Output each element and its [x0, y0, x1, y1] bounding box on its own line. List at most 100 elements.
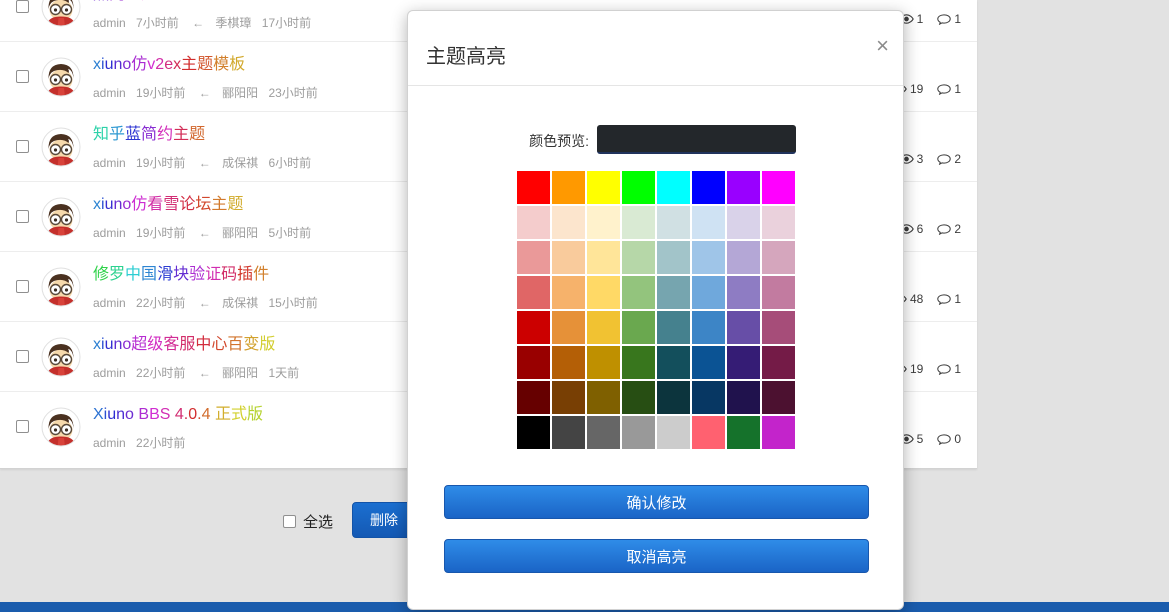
palette-color-swatch[interactable] [762, 346, 795, 379]
thread-title[interactable]: 知乎蓝简约主题 [93, 124, 205, 146]
palette-color-swatch[interactable] [692, 311, 725, 344]
palette-color-swatch[interactable] [727, 381, 760, 414]
select-all-checkbox[interactable] [283, 515, 296, 528]
palette-color-swatch[interactable] [762, 171, 795, 204]
palette-color-swatch[interactable] [762, 241, 795, 274]
avatar[interactable] [41, 127, 81, 167]
thread-author[interactable]: admin [93, 436, 126, 450]
thread-checkbox[interactable] [16, 70, 29, 83]
close-icon[interactable]: × [876, 35, 889, 57]
palette-color-swatch[interactable] [762, 381, 795, 414]
palette-color-swatch[interactable] [552, 171, 585, 204]
palette-color-swatch[interactable] [552, 311, 585, 344]
palette-color-swatch[interactable] [762, 416, 795, 449]
confirm-button[interactable]: 确认修改 [444, 485, 869, 519]
palette-color-swatch[interactable] [622, 276, 655, 309]
palette-color-swatch[interactable] [657, 171, 690, 204]
palette-color-swatch[interactable] [587, 171, 620, 204]
palette-color-swatch[interactable] [552, 346, 585, 379]
palette-color-swatch[interactable] [692, 346, 725, 379]
thread-author[interactable]: admin [93, 366, 126, 380]
thread-author[interactable]: admin [93, 296, 126, 310]
palette-color-swatch[interactable] [552, 381, 585, 414]
palette-color-swatch[interactable] [692, 241, 725, 274]
thread-title[interactable]: xiuno仿v2ex主题模板 [93, 54, 245, 76]
palette-color-swatch[interactable] [587, 206, 620, 239]
thread-checkbox[interactable] [16, 0, 29, 13]
palette-color-swatch[interactable] [727, 241, 760, 274]
palette-color-swatch[interactable] [692, 416, 725, 449]
avatar[interactable] [41, 267, 81, 307]
avatar[interactable] [41, 57, 81, 97]
palette-color-swatch[interactable] [727, 416, 760, 449]
avatar[interactable] [41, 337, 81, 377]
palette-color-swatch[interactable] [587, 241, 620, 274]
palette-color-swatch[interactable] [517, 276, 550, 309]
palette-color-swatch[interactable] [657, 416, 690, 449]
thread-title[interactable]: Xiuno BBS 4.0.4 正式版 [93, 404, 263, 426]
palette-color-swatch[interactable] [622, 346, 655, 379]
palette-color-swatch[interactable] [727, 206, 760, 239]
palette-color-swatch[interactable] [657, 381, 690, 414]
reply-user[interactable]: 郦阳阳 [222, 366, 258, 380]
thread-checkbox[interactable] [16, 280, 29, 293]
palette-color-swatch[interactable] [552, 276, 585, 309]
palette-color-swatch[interactable] [692, 276, 725, 309]
palette-color-swatch[interactable] [552, 241, 585, 274]
palette-color-swatch[interactable] [622, 171, 655, 204]
thread-checkbox[interactable] [16, 140, 29, 153]
palette-color-swatch[interactable] [727, 171, 760, 204]
palette-color-swatch[interactable] [762, 276, 795, 309]
palette-color-swatch[interactable] [657, 241, 690, 274]
palette-color-swatch[interactable] [517, 171, 550, 204]
thread-checkbox[interactable] [16, 210, 29, 223]
palette-color-swatch[interactable] [587, 311, 620, 344]
reply-user[interactable]: 成保祺 [222, 296, 258, 310]
palette-color-swatch[interactable] [692, 381, 725, 414]
thread-title[interactable]: xiuno仿看雪论坛主题 [93, 194, 243, 216]
palette-color-swatch[interactable] [587, 381, 620, 414]
palette-color-swatch[interactable] [552, 206, 585, 239]
palette-color-swatch[interactable] [587, 416, 620, 449]
palette-color-swatch[interactable] [587, 346, 620, 379]
palette-color-swatch[interactable] [727, 276, 760, 309]
palette-color-swatch[interactable] [762, 311, 795, 344]
palette-color-swatch[interactable] [727, 346, 760, 379]
avatar[interactable] [41, 407, 81, 447]
palette-color-swatch[interactable] [552, 416, 585, 449]
palette-color-swatch[interactable] [517, 311, 550, 344]
thread-title[interactable]: xiuno超级客服中心百变版 [93, 334, 275, 356]
thread-author[interactable]: admin [93, 156, 126, 170]
reply-user[interactable]: 郦阳阳 [222, 86, 258, 100]
palette-color-swatch[interactable] [762, 206, 795, 239]
thread-title[interactable]: 修罗中国滑块验证码插件 [93, 264, 269, 286]
palette-color-swatch[interactable] [517, 416, 550, 449]
thread-author[interactable]: admin [93, 16, 126, 30]
palette-color-swatch[interactable] [622, 206, 655, 239]
thread-checkbox[interactable] [16, 420, 29, 433]
palette-color-swatch[interactable] [692, 206, 725, 239]
reply-user[interactable]: 成保祺 [222, 156, 258, 170]
avatar[interactable] [41, 197, 81, 237]
palette-color-swatch[interactable] [692, 171, 725, 204]
palette-color-swatch[interactable] [657, 206, 690, 239]
palette-color-swatch[interactable] [517, 346, 550, 379]
reply-user[interactable]: 季棋璋 [215, 16, 251, 30]
thread-author[interactable]: admin [93, 226, 126, 240]
palette-color-swatch[interactable] [657, 311, 690, 344]
thread-title[interactable]: 热门主题 ♥ 1118 [93, 0, 209, 6]
palette-color-swatch[interactable] [587, 276, 620, 309]
palette-color-swatch[interactable] [727, 311, 760, 344]
reply-user[interactable]: 郦阳阳 [222, 226, 258, 240]
thread-checkbox[interactable] [16, 350, 29, 363]
palette-color-swatch[interactable] [622, 311, 655, 344]
palette-color-swatch[interactable] [622, 241, 655, 274]
palette-color-swatch[interactable] [517, 381, 550, 414]
palette-color-swatch[interactable] [657, 346, 690, 379]
palette-color-swatch[interactable] [517, 241, 550, 274]
avatar[interactable] [41, 0, 81, 27]
thread-author[interactable]: admin [93, 86, 126, 100]
palette-color-swatch[interactable] [622, 381, 655, 414]
palette-color-swatch[interactable] [622, 416, 655, 449]
cancel-highlight-button[interactable]: 取消高亮 [444, 539, 869, 573]
